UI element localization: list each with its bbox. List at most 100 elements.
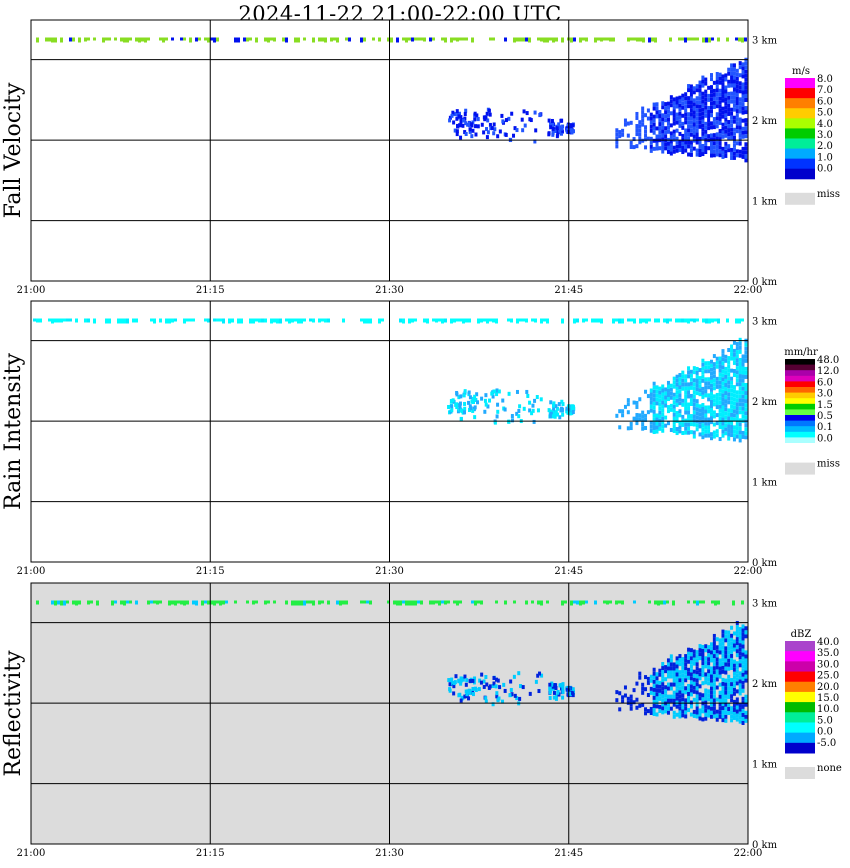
echo-cell [695,714,699,719]
echo-cell [687,152,691,157]
echo-cell [487,108,491,113]
echo-cell [641,410,645,415]
echo-cell [105,318,108,324]
echo-cell [724,117,728,122]
echo-cell [455,116,459,121]
legend-label: -5.0 [817,738,836,749]
echo-cell [684,670,688,675]
echo-cell [709,690,713,695]
echo-cell [692,685,696,690]
echo-cell [480,396,484,401]
echo-cell [571,687,575,692]
echo-cell [701,127,705,132]
echo-cell [672,145,676,150]
echo-cell [687,120,691,125]
echo-cell [579,600,582,606]
echo-cell [718,360,722,365]
echo-cell [730,83,734,88]
echo-cell [738,337,742,342]
echo-cell [732,348,736,353]
echo-cell [132,318,135,323]
echo-cell [698,692,702,697]
echo-cell [692,90,696,95]
echo-cell [57,318,60,323]
echo-cell [732,143,736,148]
echo-cell [738,438,742,443]
echo-cell [458,692,462,697]
echo-cell [33,318,36,322]
echo-cell [727,384,731,389]
echo-cell [678,421,682,426]
echo-cell [707,365,711,370]
echo-cell [547,131,551,136]
echo-cell [658,398,662,403]
echo-cell [615,413,619,418]
echo-cell [204,37,207,41]
echo-cell [732,95,736,100]
echo-cell [638,671,642,676]
echo-cell [721,681,725,686]
echo-cell [658,402,662,407]
echo-cell [715,376,719,381]
echo-cell [701,91,705,96]
echo-cell [626,133,630,138]
echo-cell [336,600,339,605]
legend-swatch [785,98,815,109]
echo-cell [219,600,222,606]
echo-cell [147,600,150,605]
echo-cell [712,690,716,695]
echo-cell [519,37,522,42]
echo-cell [741,134,745,139]
echo-cell [525,389,529,394]
echo-cell [741,656,745,661]
echo-cell [741,430,745,435]
echo-cell [490,391,494,396]
echo-cell [569,128,573,133]
echo-cell [735,80,739,85]
echo-cell [522,318,525,322]
echo-cell [669,706,673,711]
echo-cell [721,154,725,159]
echo-cell [666,698,670,703]
echo-cell [639,37,642,42]
echo-cell [741,74,745,79]
echo-cell [687,675,691,680]
echo-cell [735,645,739,650]
echo-cell [411,600,414,606]
echo-cell [603,600,606,604]
echo-cell [732,393,736,398]
echo-cell [672,380,676,385]
echo-cell [495,414,499,419]
echo-cell [727,694,731,699]
echo-cell [732,67,736,72]
echo-cell [732,91,736,96]
echo-cell [738,683,742,688]
echo-cell [492,318,495,323]
legend-swatch [785,742,815,754]
echo-cell [735,717,739,722]
echo-cell [698,424,702,429]
echo-cell [120,600,123,605]
echo-cell [432,318,435,322]
echo-cell [635,404,639,409]
echo-cell [721,710,725,715]
echo-cell [246,600,249,604]
echo-cell [459,135,463,140]
echo-cell [711,37,714,41]
echo-cell [732,639,736,644]
echo-cell [692,98,696,103]
echo-cell [561,690,565,695]
echo-cell [618,600,621,604]
echo-cell [741,672,745,677]
echo-cell [649,128,653,133]
echo-cell [538,112,542,117]
echo-cell [712,662,716,667]
echo-cell [738,81,742,86]
echo-cell [585,318,588,322]
echo-cell [735,346,739,351]
echo-cell [730,71,734,76]
echo-cell [450,37,453,43]
echo-cell [744,435,748,440]
echo-cell [724,662,728,667]
echo-cell [692,661,696,666]
